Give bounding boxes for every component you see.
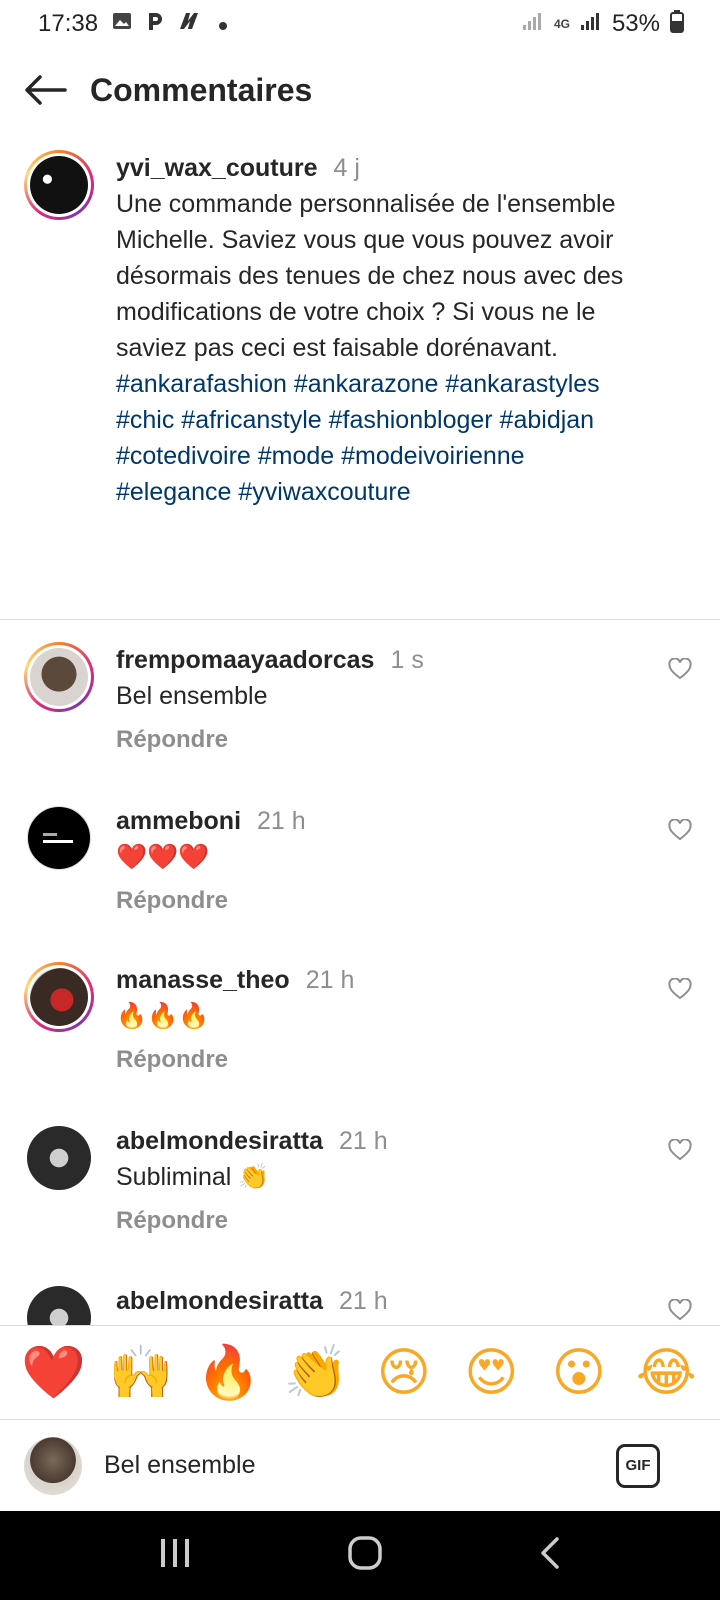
more-notifications-dot-icon <box>218 10 228 38</box>
signal-sim1-icon <box>522 10 544 38</box>
status-bar: 17:38 4G 53% <box>0 0 720 48</box>
like-comment-button[interactable] <box>668 1138 692 1166</box>
emoji-raising-hands-button[interactable]: 🙌 <box>106 1343 176 1403</box>
comment-text: Subliminal 👏 <box>116 1163 270 1191</box>
emoji-surprised-button[interactable]: 😮 <box>544 1343 614 1403</box>
own-avatar <box>24 1436 82 1495</box>
gallery-icon <box>112 10 132 38</box>
comment-item: frempomaayaadorcas 1 s Bel ensemble Répon… <box>0 642 720 754</box>
comment-avatar[interactable] <box>27 806 91 870</box>
like-comment-button[interactable] <box>668 818 692 846</box>
heart-outline-icon <box>668 1298 692 1321</box>
emoji-crying-button[interactable]: 😢 <box>369 1343 439 1403</box>
page-title: Commentaires <box>90 71 313 108</box>
network-type-label: 4G <box>553 17 570 31</box>
gif-button[interactable]: GIF <box>616 1443 660 1488</box>
emoji-fire-button[interactable]: 🔥 <box>194 1343 264 1403</box>
comment-item: manasse_theo 21 h 🔥🔥🔥 Répondre <box>0 962 720 1074</box>
home-icon <box>348 1536 382 1570</box>
back-button[interactable] <box>0 48 90 132</box>
pinterest-notification-icon <box>146 10 164 38</box>
caption-time: 4 j <box>333 154 360 182</box>
caption-avatar[interactable] <box>24 150 94 220</box>
heart-outline-icon <box>668 977 692 1000</box>
loading-logo-avatar <box>43 833 73 843</box>
recent-apps-icon <box>160 1539 189 1567</box>
post-caption: yvi_wax_couture 4 j Une commande personna… <box>0 150 720 510</box>
caption-hashtags[interactable]: #ankarafashion #ankarazone #ankarastyles… <box>116 366 636 510</box>
caption-body: yvi_wax_couture 4 j Une commande personna… <box>116 150 636 510</box>
reply-button[interactable]: Répondre <box>116 726 720 754</box>
battery-percent: 53% <box>611 10 660 37</box>
comment-avatar[interactable] <box>24 962 94 1032</box>
avatar <box>30 648 88 706</box>
comment-text: ❤️❤️❤️ <box>116 842 210 871</box>
emoji-heart-eyes-button[interactable]: 😍 <box>456 1343 526 1403</box>
brand-logo-avatar <box>30 156 88 214</box>
comment-item: ammeboni 21 h ❤️❤️❤️ Répondre <box>0 803 720 915</box>
arrow-left-icon <box>25 75 67 105</box>
emoji-quick-bar: ❤️ 🙌 🔥 👏 😢 😍 😮 😂 <box>0 1325 720 1419</box>
comment-text: 🔥🔥🔥 <box>116 1001 210 1030</box>
avatar <box>30 968 88 1026</box>
emoji-clap-button[interactable]: 👏 <box>281 1343 351 1403</box>
comment-username[interactable]: frempomaayaadorcas <box>116 646 374 674</box>
caption-text: Une commande personnalisée de l'ensemble… <box>116 190 624 362</box>
battery-icon <box>670 9 684 40</box>
heart-outline-icon <box>668 1138 692 1161</box>
system-nav-bar <box>0 1511 720 1600</box>
comment-username[interactable]: ammeboni <box>116 807 241 835</box>
comment-time: 21 h <box>305 966 355 994</box>
caption-username[interactable]: yvi_wax_couture <box>116 154 318 182</box>
reply-button[interactable]: Répondre <box>116 1046 720 1074</box>
heart-outline-icon <box>668 818 692 841</box>
comment-username[interactable]: manasse_theo <box>116 966 290 994</box>
home-button[interactable] <box>347 1535 383 1576</box>
emoji-laughing-button[interactable]: 😂 <box>631 1343 701 1403</box>
comment-username[interactable]: abelmondesiratta <box>116 1127 323 1155</box>
system-back-button[interactable] <box>538 1536 562 1575</box>
comment-time: 1 s <box>390 646 424 674</box>
app-notification-icon <box>178 10 204 38</box>
comment-composer: GIF <box>0 1419 720 1511</box>
comment-time: 21 h <box>339 1287 388 1315</box>
comment-time: 21 h <box>257 807 306 835</box>
signal-sim2-icon <box>580 10 602 38</box>
header: Commentaires <box>0 48 720 132</box>
heart-outline-icon <box>668 657 692 680</box>
reply-button[interactable]: Répondre <box>116 887 720 915</box>
reply-button[interactable]: Répondre <box>116 1207 720 1235</box>
comment-text: Bel ensemble <box>116 682 268 710</box>
status-time: 17:38 <box>38 10 99 37</box>
chevron-left-icon <box>541 1537 560 1569</box>
comment-input[interactable] <box>104 1451 616 1480</box>
comment-item: abelmondesiratta 21 h Subliminal 👏 Répond… <box>0 1123 720 1235</box>
like-comment-button[interactable] <box>668 657 692 685</box>
comment-avatar[interactable] <box>24 642 94 712</box>
comment-avatar[interactable] <box>27 1126 91 1190</box>
emoji-heart-button[interactable]: ❤️ <box>19 1343 89 1403</box>
like-comment-button[interactable] <box>668 1298 692 1326</box>
divider <box>0 619 720 620</box>
recent-apps-button[interactable] <box>158 1537 192 1574</box>
comment-username[interactable]: abelmondesiratta <box>116 1287 323 1315</box>
comment-time: 21 h <box>339 1127 388 1155</box>
like-comment-button[interactable] <box>668 977 692 1005</box>
